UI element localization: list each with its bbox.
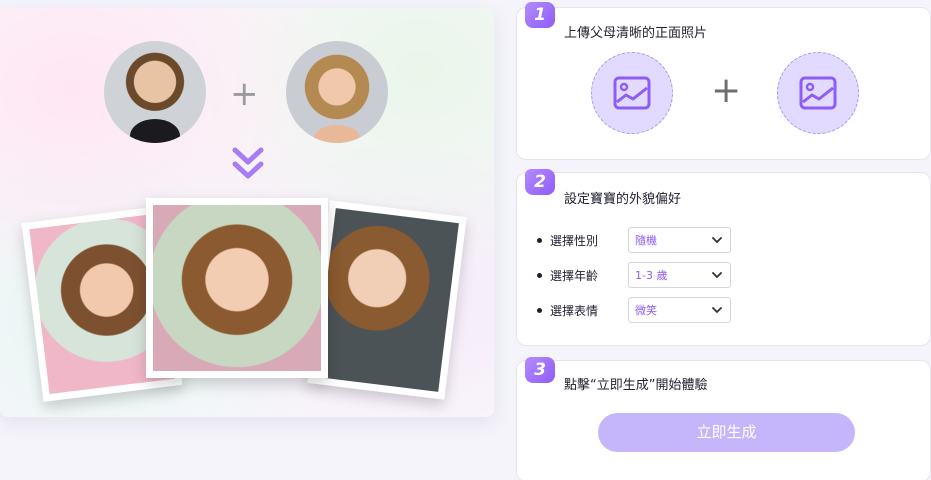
preview-panel: +: [0, 8, 494, 417]
double-chevron-down-icon: [232, 147, 264, 179]
image-upload-icon: [799, 76, 837, 110]
expression-row: 選擇表情 微笑: [537, 297, 731, 323]
expression-label: 選擇表情: [550, 303, 599, 318]
age-label: 選擇年齡: [550, 268, 599, 283]
plus-icon: +: [230, 74, 259, 114]
gender-row: 選擇性別 隨機: [537, 227, 731, 253]
chevron-down-icon: [712, 236, 722, 243]
step-1-card: 1 上傳父母清晰的正面照片 +: [516, 2, 931, 160]
step-1-badge: 1: [525, 2, 555, 28]
plus-icon: +: [711, 70, 742, 111]
step-3-card: 3 點擊“立即生成”開始體驗 立即生成: [516, 357, 931, 480]
image-upload-icon: [613, 76, 651, 110]
expression-value: 微笑: [635, 304, 657, 317]
mother-photo: [286, 41, 388, 143]
age-value: 1-3 歲: [635, 269, 668, 282]
baby-photo-right: [307, 200, 467, 400]
step-3-badge: 3: [525, 357, 555, 383]
chevron-down-icon: [712, 306, 722, 313]
gender-select[interactable]: 隨機: [628, 227, 731, 253]
gender-value: 隨機: [635, 234, 657, 247]
father-photo: [104, 41, 206, 143]
upload-father-button[interactable]: [591, 52, 673, 134]
bullet-icon: [537, 272, 542, 278]
step-2-title: 設定寶寶的外貌偏好: [564, 192, 682, 207]
upload-mother-button[interactable]: [777, 52, 859, 134]
baby-photo-center: [146, 198, 328, 378]
expression-select[interactable]: 微笑: [628, 297, 731, 323]
step-1-title: 上傳父母清晰的正面照片: [564, 26, 708, 41]
bullet-icon: [537, 307, 542, 313]
bullet-icon: [537, 237, 542, 243]
chevron-down-icon: [712, 271, 722, 278]
age-select[interactable]: 1-3 歲: [628, 262, 731, 288]
step-2-badge: 2: [525, 169, 555, 195]
generate-button[interactable]: 立即生成: [598, 413, 855, 452]
step-2-card: 2 設定寶寶的外貌偏好 選擇性別 隨機 選擇年齡 1-3 歲 選擇表情 微笑: [516, 169, 931, 346]
gender-label: 選擇性別: [550, 233, 599, 248]
step-3-title: 點擊“立即生成”開始體驗: [564, 378, 708, 393]
age-row: 選擇年齡 1-3 歲: [537, 262, 731, 288]
